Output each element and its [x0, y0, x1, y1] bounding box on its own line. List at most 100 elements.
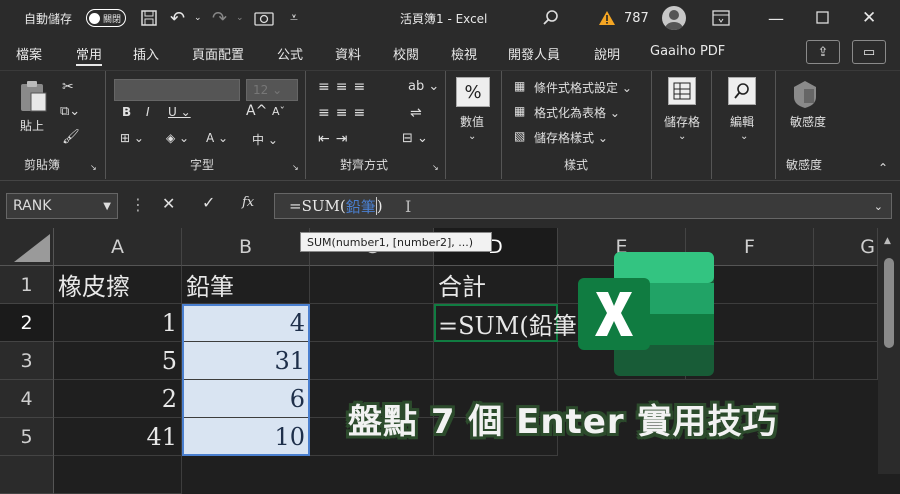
tab-file[interactable]: 檔案: [16, 44, 42, 66]
cell-b5[interactable]: 10: [182, 418, 310, 456]
customize-qat-icon[interactable]: ⩡: [290, 0, 298, 36]
tab-developer[interactable]: 開發人員: [508, 44, 560, 66]
camera-icon[interactable]: [254, 0, 274, 36]
undo-icon[interactable]: ↶: [170, 0, 185, 36]
cells-button-label[interactable]: 儲存格: [664, 113, 700, 130]
name-box-dropdown-icon[interactable]: ▼: [103, 201, 111, 212]
row-header-5[interactable]: 5: [0, 418, 54, 456]
collapse-ribbon-icon[interactable]: ⌃: [878, 161, 888, 175]
minimize-icon[interactable]: —: [768, 0, 784, 36]
ribbon-display-icon[interactable]: [712, 0, 730, 36]
phonetic-icon[interactable]: 中 ⌄: [252, 131, 278, 148]
column-header-g[interactable]: G: [814, 228, 878, 266]
redo-icon[interactable]: ↷: [212, 0, 227, 36]
comments-icon[interactable]: ▭: [852, 40, 886, 64]
search-icon[interactable]: [542, 0, 560, 36]
name-box[interactable]: RANK ▼: [6, 193, 118, 219]
number-button-label[interactable]: 數值: [460, 113, 484, 130]
row-header-4[interactable]: 4: [0, 380, 54, 418]
undo-dropdown-icon[interactable]: ⌄: [194, 0, 202, 36]
redo-dropdown-icon[interactable]: ⌄: [236, 0, 244, 36]
cell-c2[interactable]: [310, 304, 434, 342]
cell-a6[interactable]: [54, 456, 182, 494]
confirm-entry-icon[interactable]: ✓: [202, 193, 215, 212]
row-header-2[interactable]: 2: [0, 304, 54, 342]
vertical-align-icons[interactable]: ≡≡≡: [318, 79, 371, 95]
cell-d2[interactable]: =SUM(鉛筆: [434, 304, 577, 342]
percent-icon[interactable]: %: [456, 77, 490, 107]
cell-styles-icon[interactable]: ▧: [514, 129, 525, 143]
orientation-icon[interactable]: ab ⌄: [408, 79, 439, 94]
cell-g2[interactable]: [814, 304, 878, 342]
cell-b2[interactable]: 4: [182, 304, 310, 342]
close-icon[interactable]: ✕: [862, 0, 876, 36]
cell-b1[interactable]: 鉛筆: [182, 266, 310, 304]
editing-button-label[interactable]: 編輯: [730, 113, 754, 130]
share-icon[interactable]: ⇪: [806, 40, 840, 64]
select-all-corner[interactable]: [0, 228, 54, 266]
insert-function-icon[interactable]: fx: [242, 195, 254, 210]
cell-d1[interactable]: 合計: [434, 266, 558, 304]
row-header-3[interactable]: 3: [0, 342, 54, 380]
tab-help[interactable]: 說明: [594, 44, 620, 66]
bold-icon[interactable]: B: [122, 105, 131, 119]
tab-review[interactable]: 校閱: [393, 44, 419, 66]
cancel-entry-icon[interactable]: ✕: [162, 194, 175, 213]
font-color-icon[interactable]: A ⌄: [206, 131, 228, 145]
autosave-toggle[interactable]: 關閉: [86, 0, 126, 36]
conditional-format-button[interactable]: 條件式格式設定 ⌄: [534, 79, 632, 96]
underline-icon[interactable]: U ⌄: [168, 105, 191, 119]
alignment-launcher-icon[interactable]: ↘: [432, 163, 439, 172]
cell-a2[interactable]: 1: [54, 304, 182, 342]
scroll-up-icon[interactable]: ▲: [884, 236, 891, 246]
number-dropdown-icon[interactable]: ⌄: [468, 131, 476, 142]
formula-input[interactable]: =SUM(鉛筆) I ⌄: [274, 193, 892, 219]
avatar[interactable]: [662, 0, 686, 36]
cell-a1[interactable]: 橡皮擦: [54, 266, 182, 304]
editing-dropdown-icon[interactable]: ⌄: [740, 131, 748, 142]
sensitivity-icon[interactable]: [792, 79, 818, 112]
font-name-dropdown[interactable]: [114, 79, 240, 101]
tab-formulas[interactable]: 公式: [277, 44, 303, 66]
tab-data[interactable]: 資料: [335, 44, 361, 66]
tab-home[interactable]: 常用: [76, 44, 103, 66]
paste-label[interactable]: 貼上: [20, 117, 44, 134]
formula-bar-options-icon[interactable]: ⋮: [130, 195, 146, 214]
cell-b3[interactable]: 31: [182, 342, 310, 380]
vertical-scrollbar[interactable]: ▲: [878, 228, 900, 474]
cell-b4[interactable]: 6: [182, 380, 310, 418]
merge-center-icon[interactable]: ⊟ ⌄: [402, 131, 428, 146]
find-icon[interactable]: [728, 77, 756, 105]
format-table-icon[interactable]: ▦: [514, 104, 525, 118]
cells-icon[interactable]: [668, 77, 696, 105]
border-icon[interactable]: ⊞ ⌄: [120, 131, 144, 145]
tab-page-layout[interactable]: 頁面配置: [192, 44, 244, 66]
shrink-font-icon[interactable]: Aˇ: [272, 105, 285, 118]
format-painter-icon[interactable]: 🖌: [62, 129, 80, 145]
cell-c1[interactable]: [310, 266, 434, 304]
font-launcher-icon[interactable]: ↘: [292, 163, 299, 172]
cell-g3[interactable]: [814, 342, 878, 380]
cell-a5[interactable]: 41: [54, 418, 182, 456]
cell-c3[interactable]: [310, 342, 434, 380]
row-header-1[interactable]: 1: [0, 266, 54, 304]
fill-color-icon[interactable]: ◈ ⌄: [166, 131, 189, 145]
conditional-format-icon[interactable]: ▦: [514, 79, 525, 93]
save-icon[interactable]: [140, 0, 158, 36]
column-header-b[interactable]: B: [182, 228, 310, 266]
grow-font-icon[interactable]: A^: [246, 103, 267, 119]
cell-g1[interactable]: [814, 266, 878, 304]
cut-icon[interactable]: ✂: [62, 79, 74, 95]
cell-a3[interactable]: 5: [54, 342, 182, 380]
indent-icons[interactable]: ⇤⇥: [318, 131, 353, 147]
wrap-text-icon[interactable]: ⇌: [410, 105, 422, 121]
column-header-a[interactable]: A: [54, 228, 182, 266]
cell-a4[interactable]: 2: [54, 380, 182, 418]
copy-icon[interactable]: ⧉⌄: [60, 104, 80, 119]
font-size-dropdown[interactable]: 12 ⌄: [246, 79, 298, 101]
expand-formula-bar-icon[interactable]: ⌄: [874, 200, 883, 213]
clipboard-launcher-icon[interactable]: ↘: [90, 163, 97, 172]
format-table-button[interactable]: 格式化為表格 ⌄: [534, 104, 620, 121]
maximize-icon[interactable]: [816, 0, 830, 36]
sensitivity-button-label[interactable]: 敏感度: [790, 115, 830, 129]
